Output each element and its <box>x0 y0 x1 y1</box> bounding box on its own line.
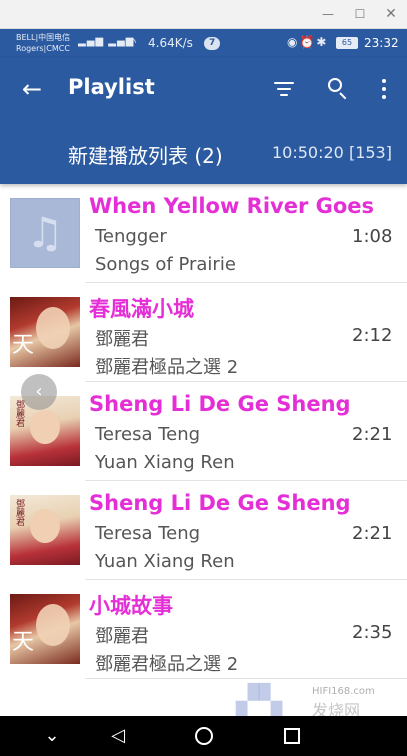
nav-home-icon[interactable] <box>184 716 224 756</box>
track-title: Sheng Li De Ge Sheng <box>89 491 351 515</box>
track-title: Sheng Li De Ge Sheng <box>89 392 351 416</box>
track-album: Yuan Xiang Ren <box>95 551 235 572</box>
nav-back-icon[interactable]: ◁ <box>98 716 138 756</box>
track-duration: 2:12 <box>352 325 393 346</box>
status-clock: 23:32 <box>364 36 399 50</box>
album-cover-lettering: 天 <box>12 630 35 655</box>
more-options-icon[interactable] <box>376 75 392 103</box>
carrier-line-1: BELL|中国电信 <box>16 33 71 42</box>
track-artist: 鄧麗君 <box>95 626 149 647</box>
track-title: 小城故事 <box>89 594 173 618</box>
album-cover-image: 天 <box>10 594 80 664</box>
fast-scroll-handle-icon[interactable]: ‹ <box>21 374 57 410</box>
track-title: 春風滿小城 <box>89 297 194 321</box>
track-duration: 2:21 <box>352 424 393 445</box>
track-artist: Tengger <box>95 226 167 247</box>
track-row[interactable]: 天 小城故事 鄧麗君 鄧麗君極品之選 2 2:35 <box>0 580 407 679</box>
search-icon[interactable] <box>324 74 352 102</box>
page-title: Playlist <box>68 75 155 99</box>
notification-count-badge: 7 <box>204 37 221 50</box>
track-row[interactable]: ♫ When Yellow River Goes Tengger Songs o… <box>0 184 407 283</box>
track-list: ♫ When Yellow River Goes Tengger Songs o… <box>0 184 407 716</box>
track-duration: 2:21 <box>352 523 393 544</box>
emulator-window-bar: — ☐ ✕ <box>0 0 407 29</box>
status-bar: BELL|中国电信 Rogers|CMCC ▂▄▆ ▂▄▆ ◠ 4.64K/s … <box>0 29 407 57</box>
watermark-logo-icon: ▞▚ <box>236 684 283 719</box>
nav-recents-icon[interactable] <box>272 716 312 756</box>
system-icons: ◉⏰✱ <box>287 35 329 49</box>
battery-icon: 65 <box>336 37 358 49</box>
track-artist: 鄧麗君 <box>95 329 149 350</box>
app-bar: ← Playlist 新建播放列表 (2) 10:50:20 [153] <box>0 57 407 184</box>
album-cover-lettering: 鄧麗君 <box>14 499 24 526</box>
minimize-icon[interactable]: — <box>320 6 336 22</box>
album-cover-lettering: 鄧麗君 <box>14 400 24 427</box>
carrier-line-2: Rogers|CMCC <box>16 44 70 53</box>
hide-nav-chevron-down-icon[interactable]: ⌄ <box>32 716 72 756</box>
album-cover-image: 天 <box>10 297 80 367</box>
track-duration: 1:08 <box>352 226 393 247</box>
maximize-icon[interactable]: ☐ <box>352 6 368 22</box>
track-row[interactable]: 鄧麗君 Sheng Li De Ge Sheng Teresa Teng Yua… <box>0 382 407 481</box>
album-cover-music-note-icon: ♫ <box>10 198 80 268</box>
back-arrow-icon[interactable]: ← <box>16 73 48 105</box>
navigation-bar: ⌄ ◁ <box>0 716 407 756</box>
track-album: Songs of Prairie <box>95 254 236 275</box>
track-artist: Teresa Teng <box>95 523 201 544</box>
track-title: When Yellow River Goes <box>89 194 375 218</box>
album-cover-lettering: 天 <box>12 333 35 358</box>
divider <box>85 678 407 679</box>
sort-filter-icon[interactable] <box>270 75 298 103</box>
watermark-site: HIFI168.com <box>312 686 375 697</box>
album-cover-image: 鄧麗君 <box>10 495 80 565</box>
close-icon[interactable]: ✕ <box>383 6 399 22</box>
carrier-info: BELL|中国电信 Rogers|CMCC <box>16 32 70 54</box>
playlist-duration-count: 10:50:20 [153] <box>272 143 392 162</box>
playlist-name: 新建播放列表 (2) <box>68 144 223 168</box>
net-speed: 4.64K/s <box>148 36 193 50</box>
track-album: 鄧麗君極品之選 2 <box>95 654 239 675</box>
track-row[interactable]: 天 春風滿小城 鄧麗君 鄧麗君極品之選 2 2:12 <box>0 283 407 382</box>
track-row[interactable]: 鄧麗君 Sheng Li De Ge Sheng Teresa Teng Yua… <box>0 481 407 580</box>
track-album: Yuan Xiang Ren <box>95 452 235 473</box>
track-duration: 2:35 <box>352 622 393 643</box>
watermark: ▞▚ HIFI168.com 发烧网 <box>236 684 396 720</box>
wifi-icon: ◠ <box>126 35 137 49</box>
track-album: 鄧麗君極品之選 2 <box>95 357 239 378</box>
track-artist: Teresa Teng <box>95 424 201 445</box>
